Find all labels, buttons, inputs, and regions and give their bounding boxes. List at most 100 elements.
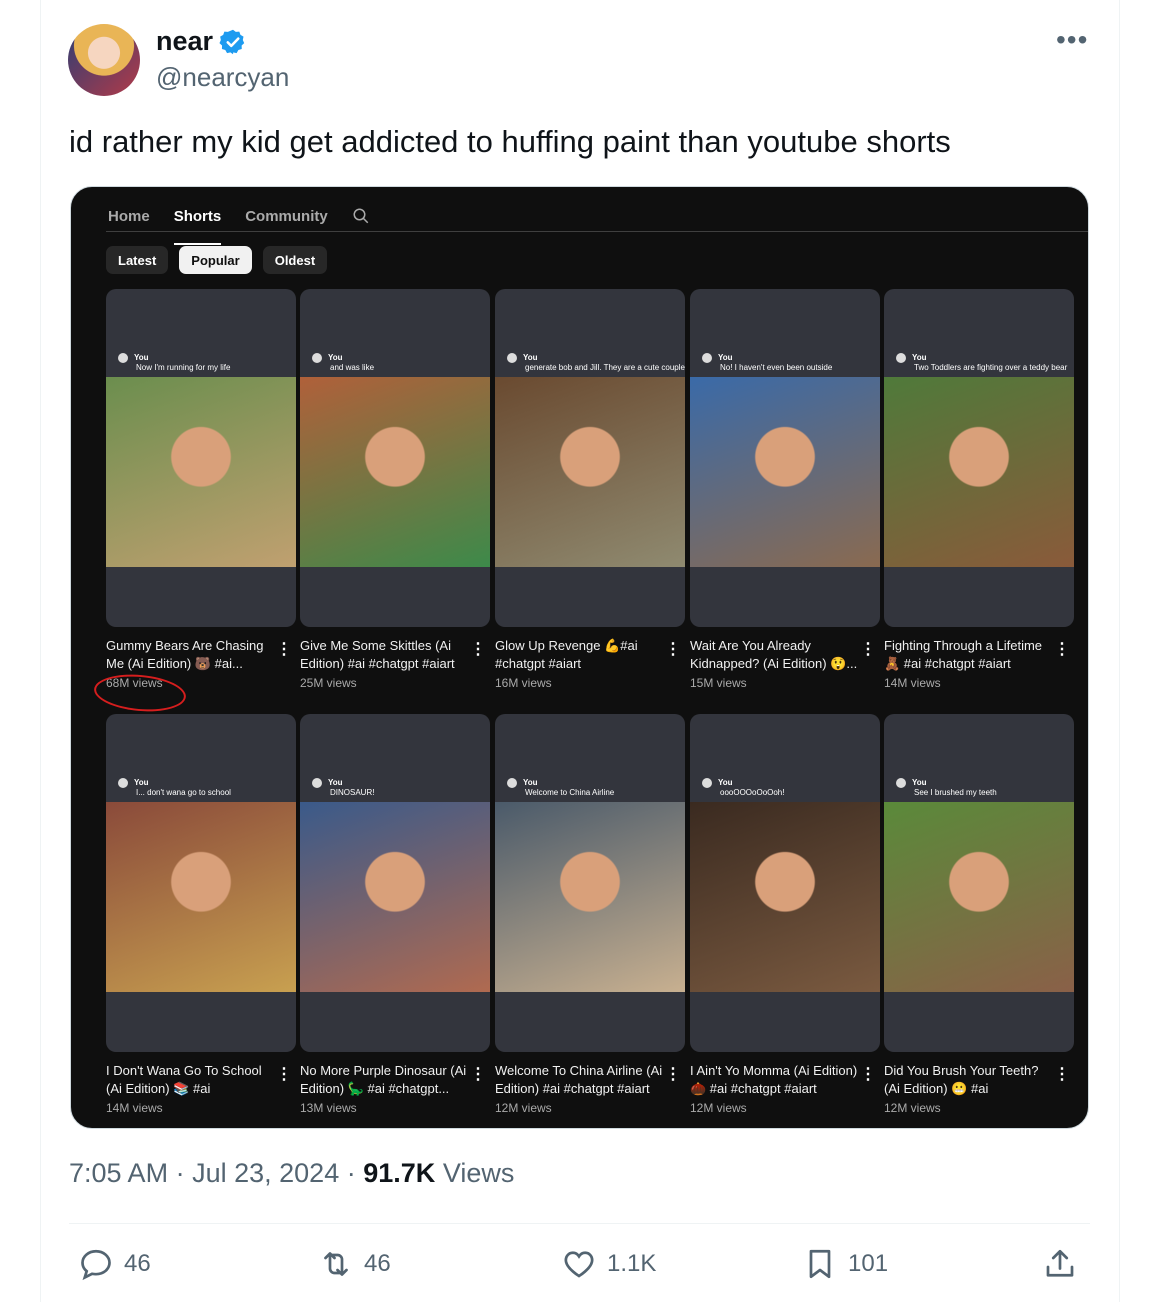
short-thumbnail[interactable]: You See I brushed my teeth bbox=[884, 714, 1074, 1052]
repost-button[interactable]: 46 bbox=[318, 1246, 391, 1282]
user-avatar-icon bbox=[896, 778, 906, 788]
short-title[interactable]: I Ain't Yo Momma (Ai Edition) 🌰 #ai #cha… bbox=[690, 1062, 858, 1098]
heart-icon bbox=[564, 1251, 594, 1278]
short-card[interactable]: You See I brushed my teeth Did You Brush Y… bbox=[884, 714, 1074, 1115]
short-menu-icon[interactable]: ⋮ bbox=[665, 639, 681, 659]
short-menu-icon[interactable]: ⋮ bbox=[470, 639, 486, 659]
short-card[interactable]: You and was like Give Me Some Skittles (Ai… bbox=[300, 289, 490, 690]
short-thumbnail[interactable]: You Two Toddlers are fighting over a tedd… bbox=[884, 289, 1074, 627]
short-title[interactable]: No More Purple Dinosaur (Ai Edition) 🦕 #… bbox=[300, 1062, 468, 1098]
reply-button[interactable]: 46 bbox=[78, 1246, 151, 1282]
reply-count: 46 bbox=[124, 1250, 151, 1277]
bookmark-icon bbox=[809, 1249, 831, 1279]
short-menu-icon[interactable]: ⋮ bbox=[860, 639, 876, 659]
thumbnail-caption: You and was like bbox=[312, 353, 374, 373]
short-card[interactable]: You Welcome to China Airline Welcome To Ch… bbox=[495, 714, 685, 1115]
thumbnail-image bbox=[300, 377, 490, 567]
short-card[interactable]: You No! I haven't even been outside Wait A… bbox=[690, 289, 880, 690]
meta-separator: · bbox=[175, 1158, 185, 1188]
tab-shorts[interactable]: Shorts bbox=[173, 201, 221, 245]
short-menu-icon[interactable]: ⋮ bbox=[276, 639, 292, 659]
short-title[interactable]: Give Me Some Skittles (Ai Edition) #ai #… bbox=[300, 637, 468, 673]
thumbnail-image bbox=[884, 377, 1074, 567]
short-card[interactable]: You oooOOOoOoOoh! I Ain't Yo Momma (Ai Edi… bbox=[690, 714, 880, 1115]
short-thumbnail[interactable]: You No! I haven't even been outside bbox=[690, 289, 880, 627]
tweet-date[interactable]: Jul 23, 2024 bbox=[192, 1158, 339, 1188]
author-handle[interactable]: @nearcyan bbox=[156, 62, 289, 93]
more-options-icon[interactable]: ••• bbox=[1056, 24, 1088, 56]
thumbnail-caption: You DINOSAUR! bbox=[312, 778, 374, 798]
share-button[interactable] bbox=[1042, 1246, 1078, 1282]
caption-user: You bbox=[912, 778, 927, 787]
user-avatar-icon bbox=[507, 353, 517, 363]
short-title[interactable]: Welcome To China Airline (Ai Edition) #a… bbox=[495, 1062, 663, 1098]
short-title[interactable]: Glow Up Revenge 💪#ai #chatgpt #aiart bbox=[495, 637, 663, 673]
bookmark-button[interactable]: 101 bbox=[802, 1246, 888, 1282]
short-views: 14M views bbox=[884, 676, 941, 690]
search-icon[interactable] bbox=[352, 207, 370, 225]
tab-community[interactable]: Community bbox=[245, 201, 328, 231]
caption-text: I... don't wana go to school bbox=[136, 788, 231, 797]
thumbnail-caption: You generate bob and Jill. They are a cut… bbox=[507, 353, 685, 373]
thumbnail-caption: You No! I haven't even been outside bbox=[702, 353, 832, 373]
thumbnail-caption: You oooOOOoOoOoh! bbox=[702, 778, 784, 798]
thumbnail-image bbox=[690, 377, 880, 567]
short-card[interactable]: You DINOSAUR! No More Purple Dinosaur (Ai … bbox=[300, 714, 490, 1115]
short-menu-icon[interactable]: ⋮ bbox=[860, 1064, 876, 1084]
short-card[interactable]: You Two Toddlers are fighting over a tedd… bbox=[884, 289, 1074, 690]
short-card[interactable]: You generate bob and Jill. They are a cut… bbox=[495, 289, 685, 690]
thumbnail-caption: You See I brushed my teeth bbox=[896, 778, 997, 798]
thumbnail-image bbox=[884, 802, 1074, 992]
short-menu-icon[interactable]: ⋮ bbox=[665, 1064, 681, 1084]
caption-text: DINOSAUR! bbox=[330, 788, 375, 797]
thumbnail-image bbox=[690, 802, 880, 992]
caption-text: Two Toddlers are fighting over a teddy b… bbox=[914, 363, 1068, 372]
avatar[interactable] bbox=[68, 24, 140, 96]
short-thumbnail[interactable]: You and was like bbox=[300, 289, 490, 627]
tweet-media-screenshot[interactable]: Home Shorts Community Latest Popular Old… bbox=[70, 186, 1089, 1129]
author-name[interactable]: near bbox=[156, 26, 213, 57]
short-thumbnail[interactable]: You DINOSAUR! bbox=[300, 714, 490, 1052]
short-title[interactable]: I Don't Wana Go To School (Ai Edition) 📚… bbox=[106, 1062, 274, 1098]
user-avatar-icon bbox=[702, 353, 712, 363]
short-menu-icon[interactable]: ⋮ bbox=[1054, 1064, 1070, 1084]
short-title[interactable]: Did You Brush Your Teeth? (Ai Edition) 😬… bbox=[884, 1062, 1052, 1098]
reply-icon bbox=[81, 1249, 111, 1281]
short-menu-icon[interactable]: ⋮ bbox=[1054, 639, 1070, 659]
like-count: 1.1K bbox=[607, 1250, 657, 1277]
short-thumbnail[interactable]: You oooOOOoOoOoh! bbox=[690, 714, 880, 1052]
chip-latest[interactable]: Latest bbox=[106, 246, 169, 274]
short-card[interactable]: You Now I'm running for my life Gummy Bear… bbox=[92, 289, 296, 715]
tab-home[interactable]: Home bbox=[108, 201, 150, 231]
caption-user: You bbox=[328, 778, 343, 787]
short-menu-icon[interactable]: ⋮ bbox=[276, 1064, 292, 1084]
short-title[interactable]: Fighting Through a Lifetime 🧸 #ai #chatg… bbox=[884, 637, 1052, 673]
thumbnail-caption: You Now I'm running for my life bbox=[118, 353, 230, 373]
meta-separator: · bbox=[346, 1158, 356, 1188]
caption-user: You bbox=[134, 353, 149, 362]
tweet-actions: 46 46 1.1K 101 bbox=[78, 1246, 1078, 1290]
short-thumbnail[interactable]: You Welcome to China Airline bbox=[495, 714, 685, 1052]
short-thumbnail[interactable]: You generate bob and Jill. They are a cut… bbox=[495, 289, 685, 627]
repost-icon bbox=[324, 1252, 348, 1276]
caption-user: You bbox=[912, 353, 927, 362]
chip-popular[interactable]: Popular bbox=[179, 246, 252, 274]
short-title[interactable]: Gummy Bears Are Chasing Me (Ai Edition) … bbox=[106, 637, 274, 673]
caption-user: You bbox=[134, 778, 149, 787]
caption-text: Welcome to China Airline bbox=[525, 788, 615, 797]
short-card[interactable]: You I... don't wana go to school I Don't W… bbox=[106, 714, 296, 1115]
short-title[interactable]: Wait Are You Already Kidnapped? (Ai Edit… bbox=[690, 637, 858, 673]
thumbnail-image bbox=[495, 377, 685, 567]
chip-oldest[interactable]: Oldest bbox=[262, 246, 328, 274]
tweet-time[interactable]: 7:05 AM bbox=[69, 1158, 168, 1188]
views-count: 91.7K bbox=[363, 1158, 436, 1188]
short-menu-icon[interactable]: ⋮ bbox=[470, 1064, 486, 1084]
short-views: 12M views bbox=[690, 1101, 747, 1115]
caption-text: oooOOOoOoOoh! bbox=[720, 788, 785, 797]
tweet-text: id rather my kid get addicted to huffing… bbox=[69, 124, 951, 159]
short-thumbnail[interactable]: You I... don't wana go to school bbox=[106, 714, 296, 1052]
bookmark-count: 101 bbox=[848, 1250, 889, 1277]
short-views: 12M views bbox=[884, 1101, 941, 1115]
like-button[interactable]: 1.1K bbox=[561, 1246, 656, 1282]
short-thumbnail[interactable]: You Now I'm running for my life bbox=[106, 289, 296, 627]
